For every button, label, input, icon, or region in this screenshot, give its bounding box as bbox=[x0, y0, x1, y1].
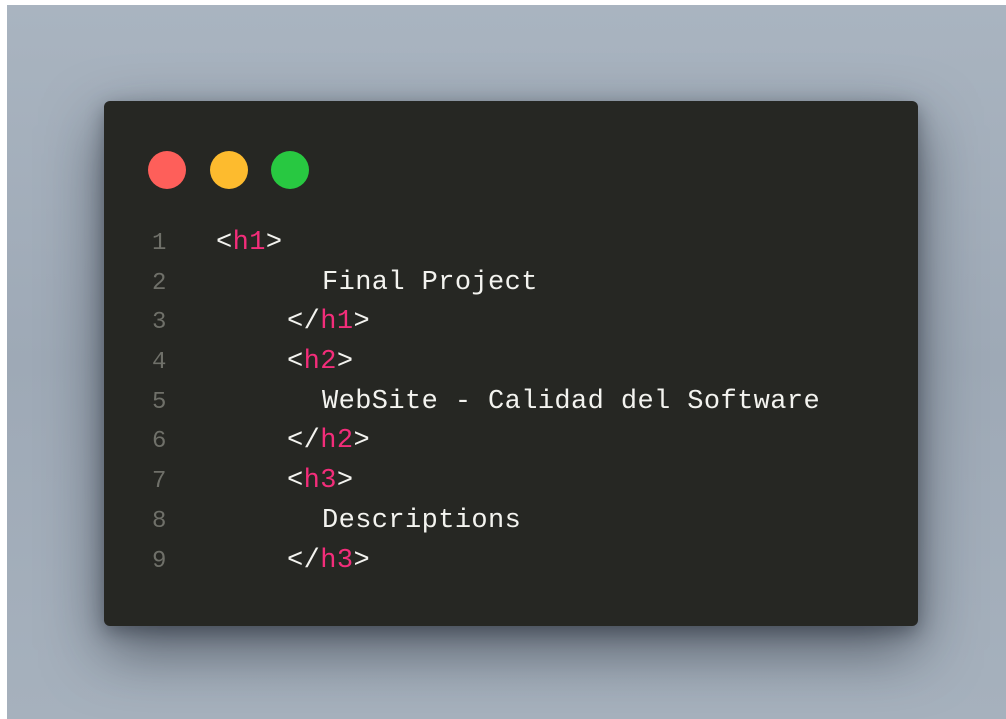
tag-close-bracket: > bbox=[336, 466, 354, 497]
tag-close-bracket: > bbox=[265, 228, 283, 258]
tag-open-bracket: < bbox=[287, 347, 304, 378]
line-number: 2 bbox=[152, 269, 167, 297]
line-number: 4 bbox=[152, 349, 167, 377]
code-text: Final Project bbox=[322, 267, 538, 298]
code-content: <h1> bbox=[216, 224, 282, 264]
line-number: 1 bbox=[152, 230, 167, 257]
code-content: </h3> bbox=[287, 542, 370, 582]
code-line: 6 </h2> bbox=[104, 422, 918, 462]
code-text: WebSite - Calidad del Software bbox=[322, 386, 821, 417]
code-line: 1 <h1> bbox=[104, 224, 918, 264]
code-content: </h1> bbox=[287, 303, 370, 343]
code-line: 3 </h1> bbox=[104, 303, 918, 343]
code-line: 7 <h3> bbox=[104, 462, 918, 502]
code-line: 2 Final Project bbox=[104, 264, 918, 304]
tag-close-bracket: > bbox=[353, 545, 371, 576]
line-number: 6 bbox=[152, 428, 167, 456]
tag-name: h3 bbox=[320, 545, 354, 576]
code-window: 1 <h1> 2 Final Project 3 </h1> 4 <h2> 5 … bbox=[104, 101, 918, 626]
tag-close-bracket: > bbox=[336, 347, 354, 378]
maximize-window-button[interactable] bbox=[271, 151, 309, 189]
code-content: </h2> bbox=[287, 422, 370, 462]
line-number: 5 bbox=[152, 388, 167, 416]
code-text: Descriptions bbox=[322, 505, 522, 536]
code-content: <h2> bbox=[287, 343, 353, 383]
tag-name: h2 bbox=[320, 426, 354, 457]
tag-open-bracket: </ bbox=[287, 307, 321, 338]
tag-name: h2 bbox=[303, 347, 337, 378]
tag-open-bracket: </ bbox=[287, 426, 321, 457]
code-line: 4 <h2> bbox=[104, 343, 918, 383]
code-block: 1 <h1> 2 Final Project 3 </h1> 4 <h2> 5 … bbox=[104, 224, 918, 581]
code-line: 5 WebSite - Calidad del Software bbox=[104, 383, 918, 423]
tag-open-bracket: < bbox=[287, 466, 304, 497]
line-number: 9 bbox=[152, 547, 167, 575]
tag-open-bracket: < bbox=[216, 228, 233, 258]
tag-name: h3 bbox=[303, 466, 337, 497]
line-number: 3 bbox=[152, 309, 167, 337]
tag-name: h1 bbox=[320, 307, 354, 338]
close-window-button[interactable] bbox=[148, 151, 186, 189]
tag-close-bracket: > bbox=[353, 426, 371, 457]
code-content: <h3> bbox=[287, 462, 353, 502]
minimize-window-button[interactable] bbox=[210, 151, 248, 189]
line-number: 7 bbox=[152, 468, 167, 496]
code-line: 8 Descriptions bbox=[104, 502, 918, 542]
line-number: 8 bbox=[152, 507, 167, 535]
code-line: 9 </h3> bbox=[104, 542, 918, 582]
tag-close-bracket: > bbox=[353, 307, 371, 338]
tag-name: h1 bbox=[232, 228, 266, 258]
tag-open-bracket: </ bbox=[287, 545, 321, 576]
